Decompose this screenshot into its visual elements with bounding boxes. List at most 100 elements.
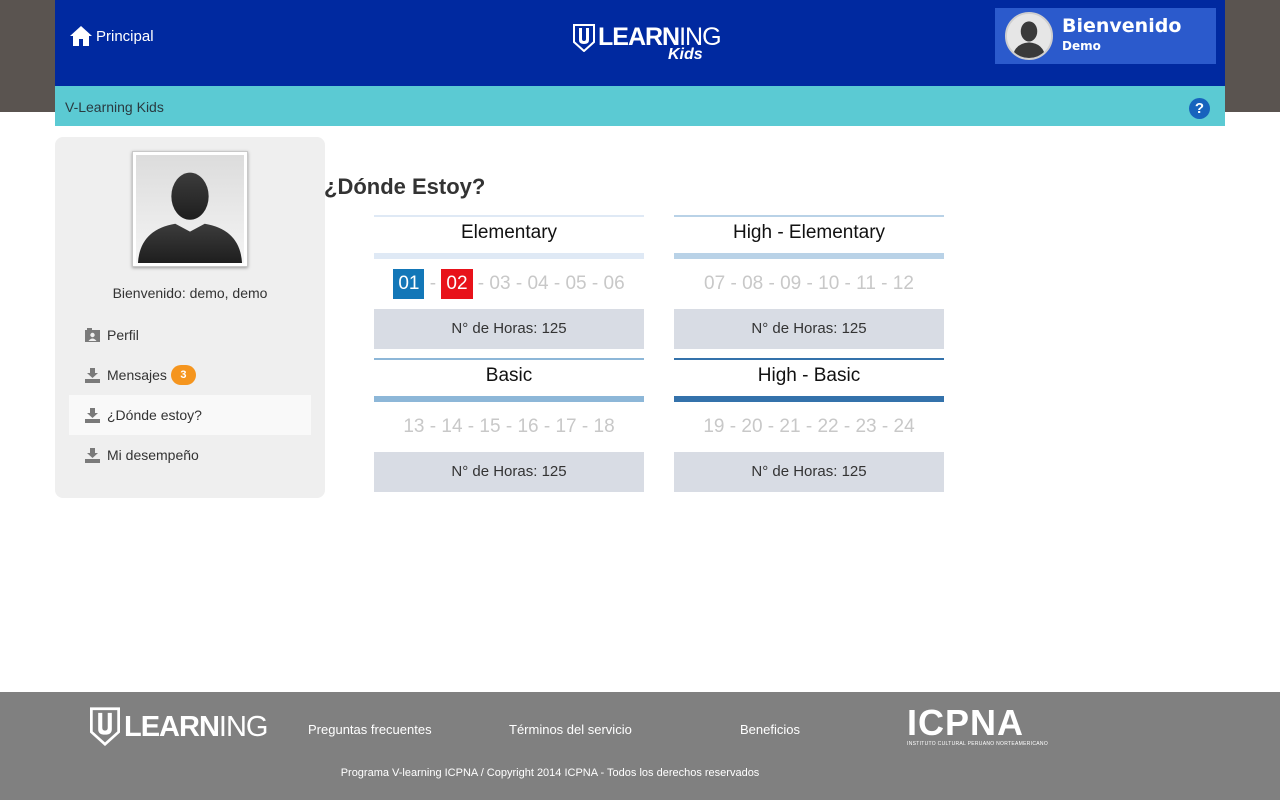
unit-number: 03 (489, 273, 511, 294)
sidebar-item-perfil[interactable]: Perfil (69, 315, 311, 355)
unit-separator: - (586, 273, 604, 294)
id-card-icon (85, 327, 100, 342)
unit-separator: - (801, 273, 819, 294)
level-card-high-elementary: High - Elementary 07 - 08 - 09 - 10 - 11… (674, 215, 944, 349)
unit-separator: - (876, 416, 894, 437)
unit-number: 14 (441, 416, 463, 437)
benefits-link[interactable]: Beneficios (740, 722, 800, 737)
unit-separator: - (800, 416, 818, 437)
sidebar-item-label: Perfil (107, 327, 139, 343)
inbox-icon (85, 447, 100, 463)
vlearning-logo: LEARNING (90, 706, 268, 748)
unit-number: 06 (603, 273, 625, 294)
unit-number: 08 (742, 273, 764, 294)
shield-icon (90, 707, 120, 746)
help-icon[interactable]: ? (1189, 98, 1210, 119)
unit-separator: - (762, 416, 780, 437)
unit-separator: - (725, 273, 743, 294)
level-title: Elementary (374, 215, 644, 253)
unit-number: 15 (479, 416, 501, 437)
level-hours: N° de Horas: 125 (674, 452, 944, 492)
unit-number: 23 (855, 416, 877, 437)
user-greeting: Bienvenido (1062, 15, 1182, 37)
logo-word: LEARNING (124, 711, 268, 743)
unit-separator: - (548, 273, 566, 294)
footer: LEARNING Preguntas frecuentes Términos d… (0, 692, 1280, 800)
unit-number: 09 (780, 273, 802, 294)
level-card-elementary: Elementary 01 - 02 - 03 - 04 - 05 - 06 N… (374, 215, 644, 349)
unit-separator: - (875, 273, 893, 294)
level-units: 01 - 02 - 03 - 04 - 05 - 06 (374, 259, 644, 309)
unit-separator: - (839, 273, 857, 294)
unit-number: 19 (703, 416, 725, 437)
sidebar-item-label: Mi desempeño (107, 447, 199, 463)
home-link[interactable]: Principal (69, 24, 154, 48)
logo-sub: Kids (668, 46, 703, 63)
unit-separator: - (472, 273, 490, 294)
sidebar: Bienvenido: demo, demo Perfil Mensajes 3 (55, 137, 325, 498)
unit-number: 01 (393, 269, 425, 299)
sidebar-item-mi-desempeno[interactable]: Mi desempeño (69, 435, 311, 475)
unit-number: 18 (593, 416, 615, 437)
level-title: High - Elementary (674, 215, 944, 253)
unit-number: 10 (818, 273, 840, 294)
page-title: ¿Dónde Estoy? (324, 174, 486, 199)
level-units: 19 - 20 - 21 - 22 - 23 - 24 (674, 402, 944, 452)
avatar (1005, 12, 1053, 60)
unit-number: 17 (555, 416, 577, 437)
level-units: 13 - 14 - 15 - 16 - 17 - 18 (374, 402, 644, 452)
terms-link[interactable]: Términos del servicio (509, 722, 632, 737)
unit-separator: - (538, 416, 556, 437)
unit-separator: - (500, 416, 518, 437)
unit-separator: - (576, 416, 594, 437)
copyright: Programa V-learning ICPNA / Copyright 20… (340, 767, 760, 779)
header: Principal LEARNING Kids Bienvenido Demo (55, 0, 1225, 86)
sidebar-item-label: ¿Dónde estoy? (107, 407, 202, 423)
user-silhouette-icon (136, 155, 244, 263)
welcome-text: Bienvenido: demo, demo (112, 285, 268, 301)
unit-separator: - (462, 416, 480, 437)
unit-number: 22 (817, 416, 839, 437)
partner-subtitle: INSTITUTO CULTURAL PERUANO NORTEAMERICAN… (907, 741, 1049, 747)
level-units: 07 - 08 - 09 - 10 - 11 - 12 (674, 259, 944, 309)
app-title: V-Learning Kids (65, 99, 164, 115)
vlearning-kids-logo: LEARNING Kids (573, 22, 722, 66)
unit-number: 21 (779, 416, 801, 437)
unit-separator: - (838, 416, 856, 437)
unit-number: 16 (517, 416, 539, 437)
level-card-basic: Basic 13 - 14 - 15 - 16 - 17 - 18 N° de … (374, 358, 644, 492)
unit-number: 12 (892, 273, 914, 294)
unit-separator: - (763, 273, 781, 294)
inbox-icon (85, 367, 100, 383)
sidebar-item-donde-estoy[interactable]: ¿Dónde estoy? (69, 395, 311, 435)
home-label: Principal (96, 27, 154, 45)
unit-number: 04 (527, 273, 549, 294)
user-silhouette-icon (1007, 14, 1051, 58)
unit-number: 11 (856, 273, 876, 294)
level-hours: N° de Horas: 125 (374, 452, 644, 492)
unit-number: 24 (893, 416, 915, 437)
sidebar-item-mensajes[interactable]: Mensajes 3 (69, 355, 311, 395)
profile-picture (132, 151, 248, 267)
level-title: Basic (374, 358, 644, 396)
unit-separator: - (510, 273, 528, 294)
unit-number: 07 (704, 273, 726, 294)
unit-number: 20 (741, 416, 763, 437)
user-menu[interactable]: Bienvenido Demo (995, 8, 1216, 64)
unit-separator: - (424, 416, 442, 437)
shield-icon (573, 24, 595, 52)
level-hours: N° de Horas: 125 (674, 309, 944, 349)
icpna-logo: ICPNA INSTITUTO CULTURAL PERUANO NORTEAM… (907, 705, 1049, 748)
unit-number: 02 (441, 269, 473, 299)
message-count-badge: 3 (170, 365, 196, 385)
faq-link[interactable]: Preguntas frecuentes (308, 722, 432, 737)
level-hours: N° de Horas: 125 (374, 309, 644, 349)
unit-separator: - (424, 273, 442, 294)
unit-number: 13 (403, 416, 425, 437)
level-card-high-basic: High - Basic 19 - 20 - 21 - 22 - 23 - 24… (674, 358, 944, 492)
sidebar-menu: Perfil Mensajes 3 ¿Dónde estoy? Mi desem… (69, 315, 311, 475)
sidebar-item-label: Mensajes (107, 367, 167, 383)
unit-number: 05 (565, 273, 587, 294)
user-name: Demo (1062, 39, 1101, 53)
home-icon (70, 26, 92, 46)
